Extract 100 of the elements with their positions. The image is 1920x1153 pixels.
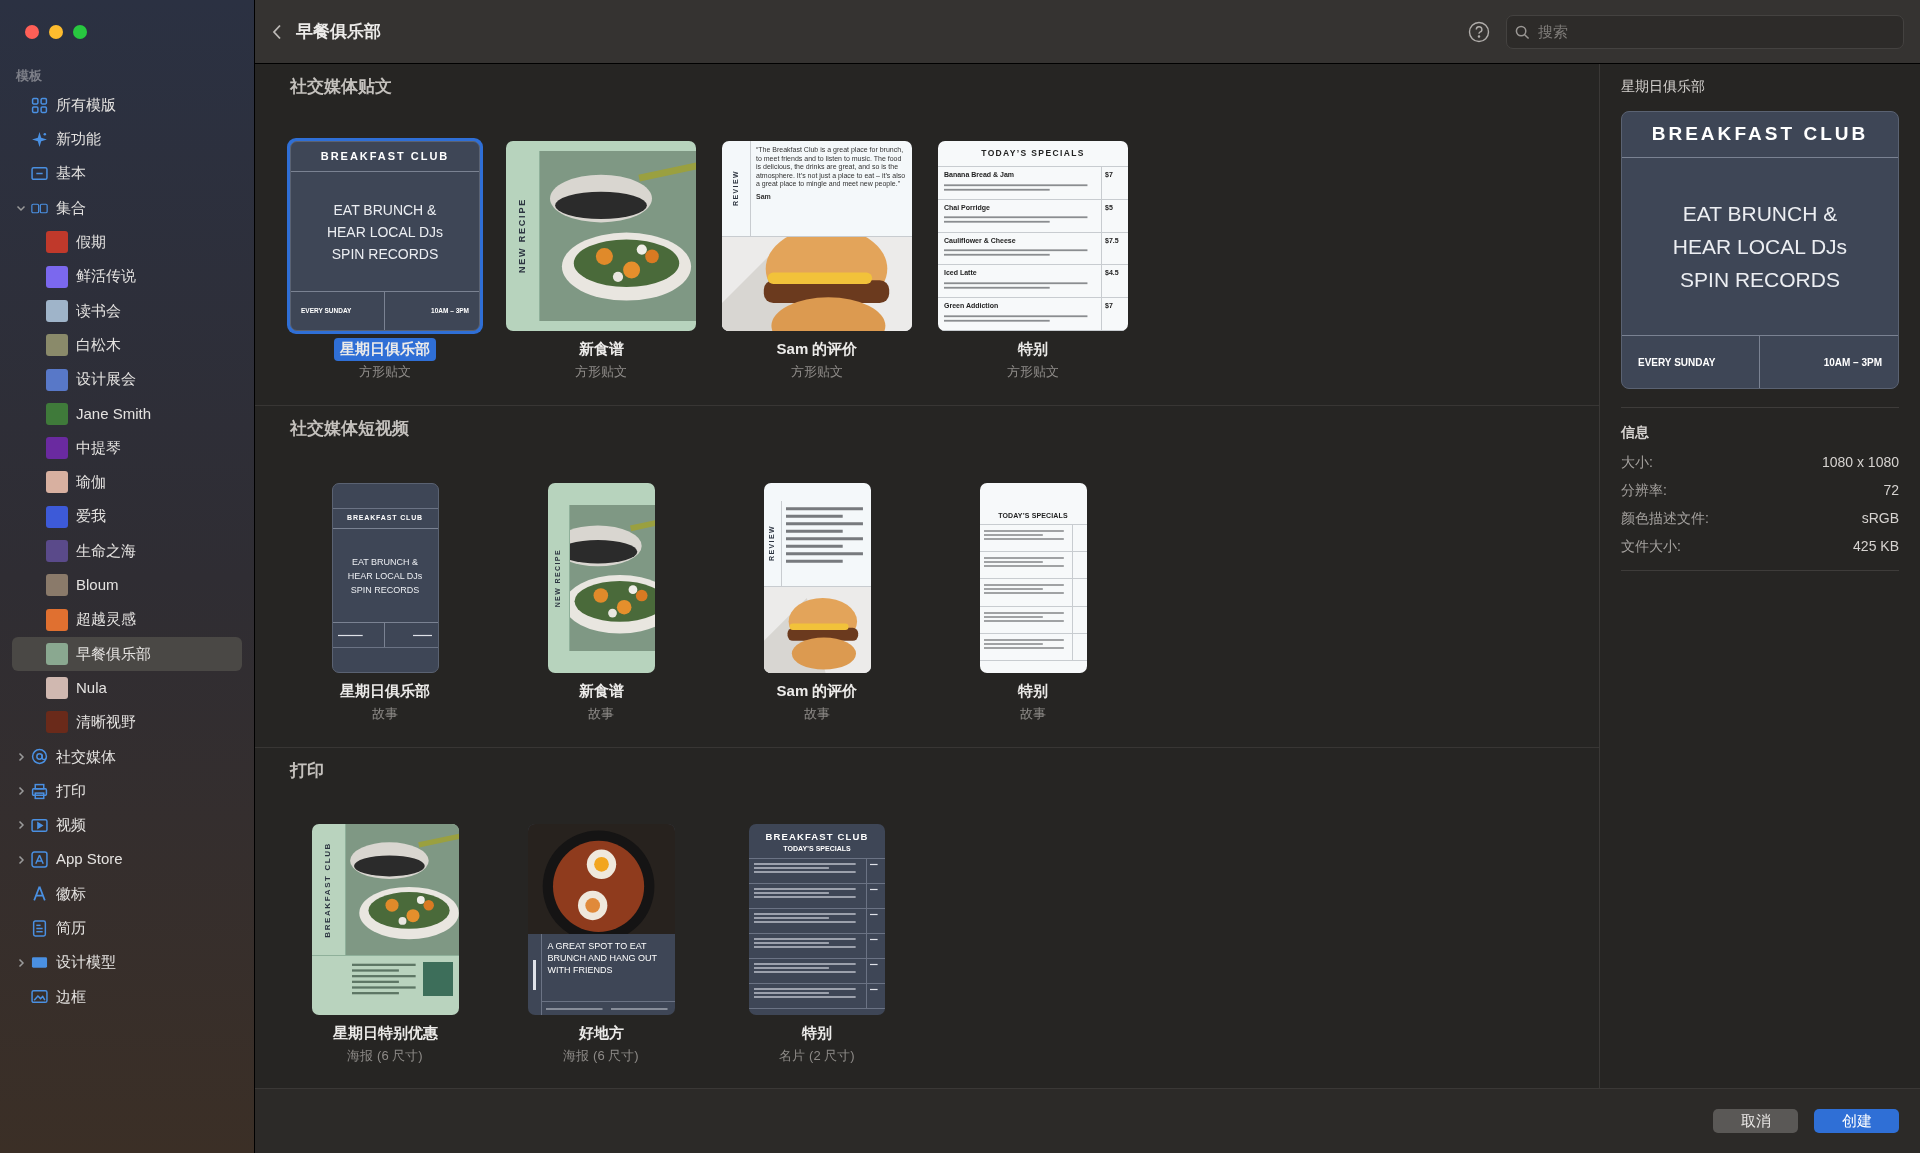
body-text: SPIN RECORDS [1680,267,1840,293]
info-value: 1080 x 1080 [1821,452,1899,472]
body-text: A GREAT SPOT TO EAT BRUNCH AND HANG OUT WITH FRIENDS [546,940,658,977]
thumbnail-placeholder [46,608,68,631]
at-sign-icon [31,748,48,766]
grid-icon [31,96,48,114]
info-value: 425 KB [1853,536,1899,556]
info-value: 72 [1883,480,1899,500]
sidebar-item[interactable]: 打印 [12,773,242,809]
template-card[interactable]: A GREAT SPOT TO EAT BRUNCH AND HANG OUT WITH FRIENDS [524,821,678,1018]
text-lines-drawing [870,937,878,941]
sidebar-item[interactable]: 清晰视野 [12,705,242,740]
sidebar-item[interactable]: 边框 [12,979,242,1014]
template-subtitle: 方形贴文 [791,362,843,381]
thumbnail-placeholder [46,711,68,734]
text-lines-drawing [870,862,878,866]
sidebar-item[interactable]: 早餐俱乐部 [12,636,242,672]
thumbnail-placeholder [46,368,68,391]
info-label: 颜色描述文件: [1621,508,1709,528]
sidebar-item[interactable]: Nula [12,671,242,706]
window-control-icon[interactable] [25,25,39,39]
sidebar-item[interactable]: 读书会 [12,293,242,329]
template-title: 星期日特别优惠 [331,1023,439,1043]
body-text: SPIN RECORDS [331,244,439,264]
body-text: HEAR LOCAL DJs [326,222,444,242]
card-icon [31,165,48,183]
text-lines-drawing [351,962,419,996]
section-label: 模板 [14,67,43,85]
body-text: SPIN RECORDS [350,583,420,597]
sidebar-item[interactable]: 设计展会 [12,362,242,397]
info-value: sRGB [1861,508,1899,528]
heading: BREAKFAST CLUB [764,830,870,844]
font-icon [31,885,48,903]
text-lines-drawing [545,1006,605,1011]
sidebar-item[interactable]: 基本 [12,156,242,191]
template-title: 特别 [800,1023,833,1043]
sidebar-item[interactable]: 生命之海 [12,533,242,569]
picture-icon [31,988,48,1006]
sidebar-item[interactable]: 中提琴 [12,430,242,466]
template-title: 好地方 [577,1023,625,1043]
text-lines-drawing [412,633,433,637]
sidebar-item[interactable]: 瑜伽 [12,465,242,500]
template-card[interactable]: BREAKFAST CLUB [308,821,462,1018]
dialog-button[interactable]: 创建 [1814,1109,1899,1133]
thumbnail-placeholder [46,299,68,322]
footer-text: EVERY SUNDAY [1622,336,1760,388]
template-title: 新食谱 [577,339,625,359]
chevron-icon[interactable] [16,751,26,762]
sidebar-item[interactable]: 集合 [12,190,242,226]
info-heading: 信息 [1621,423,1650,442]
back-icon[interactable] [272,23,282,40]
body-text: HEAR LOCAL DJs [1672,234,1848,260]
document-icon [31,919,48,937]
template-title: Sam 的评价 [775,681,859,701]
info-label: 大小: [1621,452,1653,472]
sidebar-item[interactable]: App Store [12,842,242,877]
sidebar-item[interactable]: 徽标 [12,876,242,912]
chevron-icon[interactable] [16,957,26,968]
template-card[interactable]: NEW RECIPE [503,138,699,334]
template-subtitle: 故事 [588,704,614,723]
template-title: 星期日俱乐部 [334,338,436,361]
thumbnail-placeholder [46,540,68,562]
chevron-icon[interactable] [16,203,26,214]
sidebar-item[interactable]: 视频 [12,808,242,843]
search-field[interactable]: 搜索 [1506,14,1904,49]
help-icon[interactable] [1468,20,1490,43]
sidebar-item[interactable]: 假期 [12,225,242,260]
template-subtitle: 方形贴文 [575,362,627,381]
sidebar-item[interactable]: 简历 [12,911,242,946]
sidebar-item[interactable]: 设计模型 [12,945,242,980]
sidebar-item[interactable]: 新功能 [12,122,242,157]
thumbnail-placeholder [46,334,68,357]
side-label: BREAKFAST CLUB [322,841,333,938]
sidebar-item[interactable]: 超越灵感 [12,602,242,637]
thumbnail-placeholder [46,265,68,288]
chevron-icon[interactable] [16,854,26,865]
thumbnail-placeholder [46,471,68,494]
dialog-button[interactable]: 取消 [1713,1109,1798,1133]
text-lines-drawing [870,988,878,991]
template-subtitle: 故事 [804,704,830,723]
template-subtitle: 方形贴文 [359,362,411,381]
sidebar-item[interactable]: Jane Smith [12,396,242,431]
window-control-icon[interactable] [49,25,63,39]
section-title: 社交媒体短视频 [289,418,410,436]
sidebar-item[interactable]: Bloum [12,568,242,603]
window-title: 早餐俱乐部 [296,20,381,43]
preview-title: 星期日俱乐部 [1621,77,1706,96]
chevron-icon[interactable] [16,820,26,831]
thumbnail-placeholder [46,231,68,254]
window-control-icon[interactable] [73,25,87,39]
sidebar-item[interactable]: 社交媒体 [12,739,242,774]
sidebar-item[interactable]: 爱我 [12,499,242,534]
text-lines-drawing [870,887,878,891]
play-icon [31,816,48,834]
chevron-icon[interactable] [16,786,26,797]
template-subtitle: 方形贴文 [1007,362,1059,381]
sidebar-item[interactable]: 所有模版 [12,88,242,123]
body-text: HEAR LOCAL DJs [347,569,423,583]
sidebar-item[interactable]: 鲜活传说 [12,259,242,294]
sidebar-item[interactable]: 白松木 [12,328,242,363]
